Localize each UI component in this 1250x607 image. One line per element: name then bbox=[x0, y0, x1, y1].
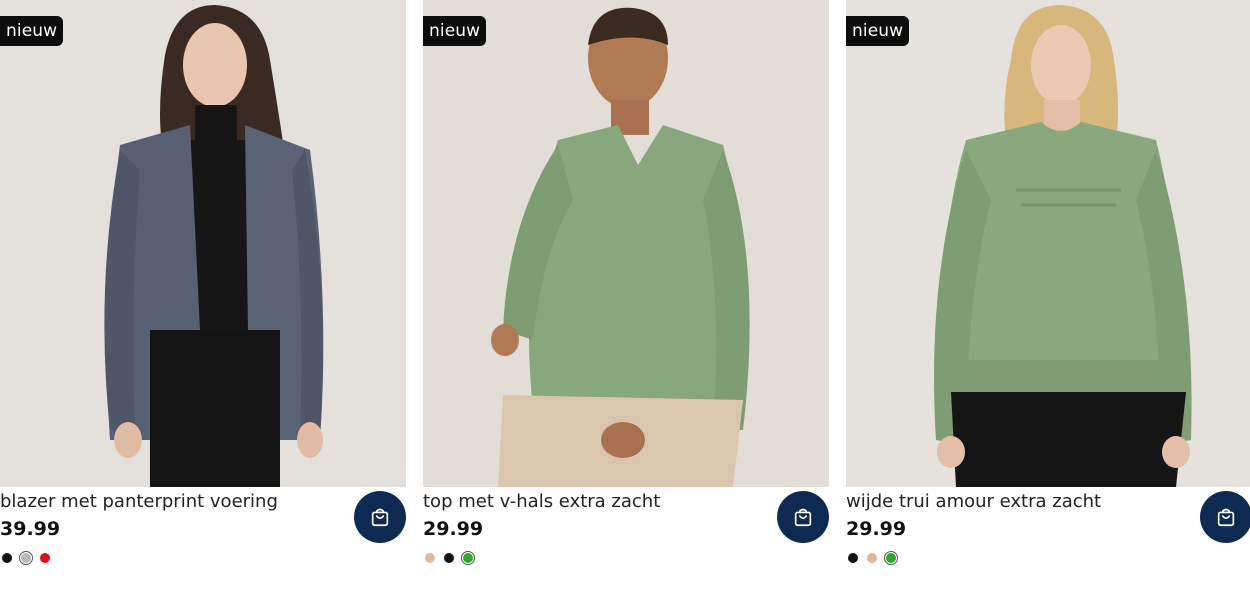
product-title[interactable]: blazer met panterprint voering bbox=[0, 491, 278, 512]
color-swatch-grey[interactable] bbox=[19, 551, 33, 565]
add-to-cart-button[interactable] bbox=[777, 491, 829, 543]
add-to-cart-button[interactable] bbox=[354, 491, 406, 543]
new-badge: nieuw bbox=[846, 16, 910, 46]
new-badge: nieuw bbox=[0, 16, 64, 46]
product-title[interactable]: wijde trui amour extra zacht bbox=[846, 491, 1101, 512]
product-title[interactable]: top met v-hals extra zacht bbox=[423, 491, 660, 512]
add-to-cart-button[interactable] bbox=[1200, 491, 1250, 543]
product-card[interactable]: nieuw wijde trui amour extra zacht 29.99 bbox=[846, 0, 1250, 607]
product-image[interactable]: nieuw bbox=[423, 0, 829, 487]
product-photo-blazer bbox=[0, 0, 406, 487]
color-swatch-green[interactable] bbox=[461, 551, 475, 565]
color-swatches bbox=[0, 551, 52, 565]
new-badge: nieuw bbox=[423, 16, 487, 46]
product-card[interactable]: nieuw blazer met panterprint voering 39.… bbox=[0, 0, 406, 607]
product-price: 39.99 bbox=[0, 518, 61, 540]
shopping-bag-icon bbox=[371, 508, 389, 527]
product-price: 29.99 bbox=[423, 518, 484, 540]
shopping-bag-icon bbox=[794, 508, 812, 527]
color-swatch-black[interactable] bbox=[442, 551, 456, 565]
color-swatch-beige[interactable] bbox=[865, 551, 879, 565]
product-photo-amour-sweater bbox=[846, 0, 1250, 487]
color-swatches bbox=[423, 551, 475, 565]
product-price: 29.99 bbox=[846, 518, 907, 540]
product-photo-vneck-top bbox=[423, 0, 829, 487]
color-swatches bbox=[846, 551, 898, 565]
product-grid: nieuw blazer met panterprint voering 39.… bbox=[0, 0, 1250, 607]
color-swatch-black[interactable] bbox=[846, 551, 860, 565]
product-image[interactable]: nieuw bbox=[846, 0, 1250, 487]
color-swatch-red[interactable] bbox=[38, 551, 52, 565]
color-swatch-black[interactable] bbox=[0, 551, 14, 565]
product-card[interactable]: nieuw top met v-hals extra zacht 29.99 bbox=[423, 0, 829, 607]
product-image[interactable]: nieuw bbox=[0, 0, 406, 487]
color-swatch-beige[interactable] bbox=[423, 551, 437, 565]
color-swatch-green[interactable] bbox=[884, 551, 898, 565]
shopping-bag-icon bbox=[1217, 508, 1235, 527]
